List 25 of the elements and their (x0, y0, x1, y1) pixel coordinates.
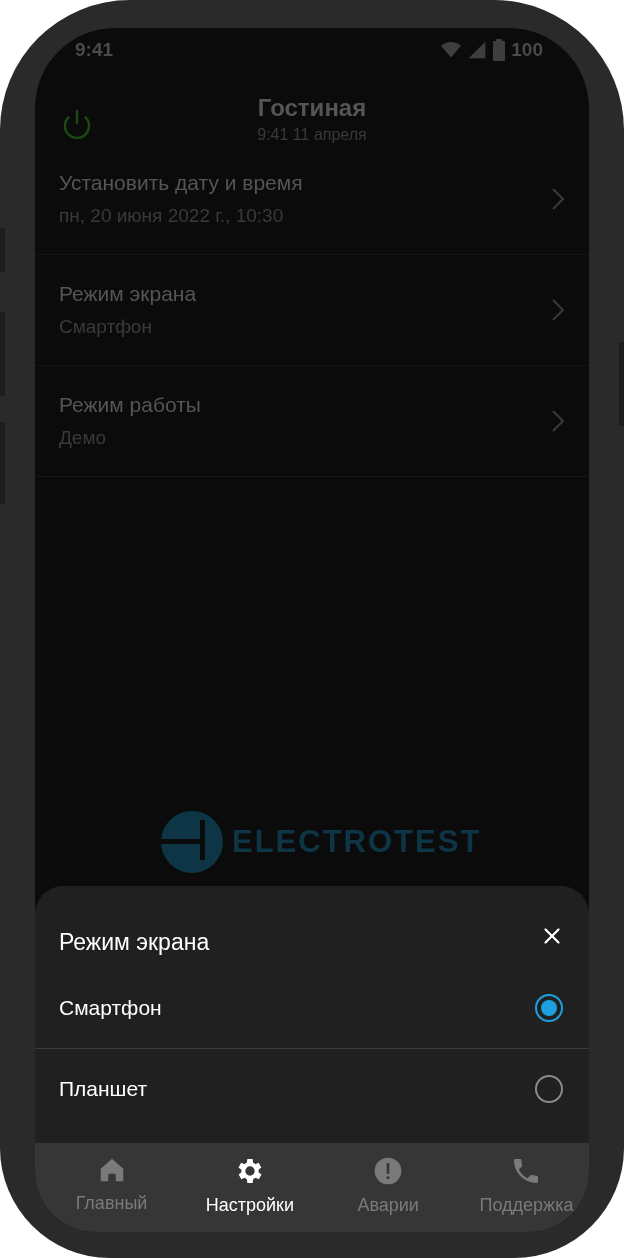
setting-label: Режим работы (59, 393, 201, 417)
option-label: Смартфон (59, 996, 162, 1020)
signal-icon (467, 40, 488, 60)
battery-icon (493, 39, 506, 61)
option-row[interactable]: Смартфон (35, 968, 589, 1049)
setting-label: Установить дату и время (59, 171, 303, 195)
battery-percent: 100 (511, 39, 543, 61)
logo-mark-icon (160, 810, 224, 874)
nav-tab[interactable]: Главный (49, 1143, 174, 1232)
chevron-icon (551, 298, 565, 322)
nav-tab[interactable]: Аварии (325, 1143, 451, 1232)
sheet-title: Режим экрана (59, 928, 210, 956)
chevron-icon (551, 409, 565, 433)
radio-button[interactable] (535, 994, 563, 1022)
setting-label: Режим экрана (59, 282, 197, 306)
nav-tab[interactable]: Поддержка (464, 1143, 589, 1232)
status-time: 9:41 (75, 39, 114, 61)
wifi-icon (441, 40, 462, 60)
option-row[interactable]: Планшет (35, 1049, 589, 1129)
logo-wordmark: ELECTROTEST (232, 824, 482, 860)
option-label: Планшет (59, 1077, 148, 1101)
nav-tab[interactable]: Настройки (187, 1143, 313, 1232)
chevron-icon (551, 187, 565, 211)
room-title: Гостиная (257, 94, 367, 122)
radio-button[interactable] (535, 1075, 563, 1103)
